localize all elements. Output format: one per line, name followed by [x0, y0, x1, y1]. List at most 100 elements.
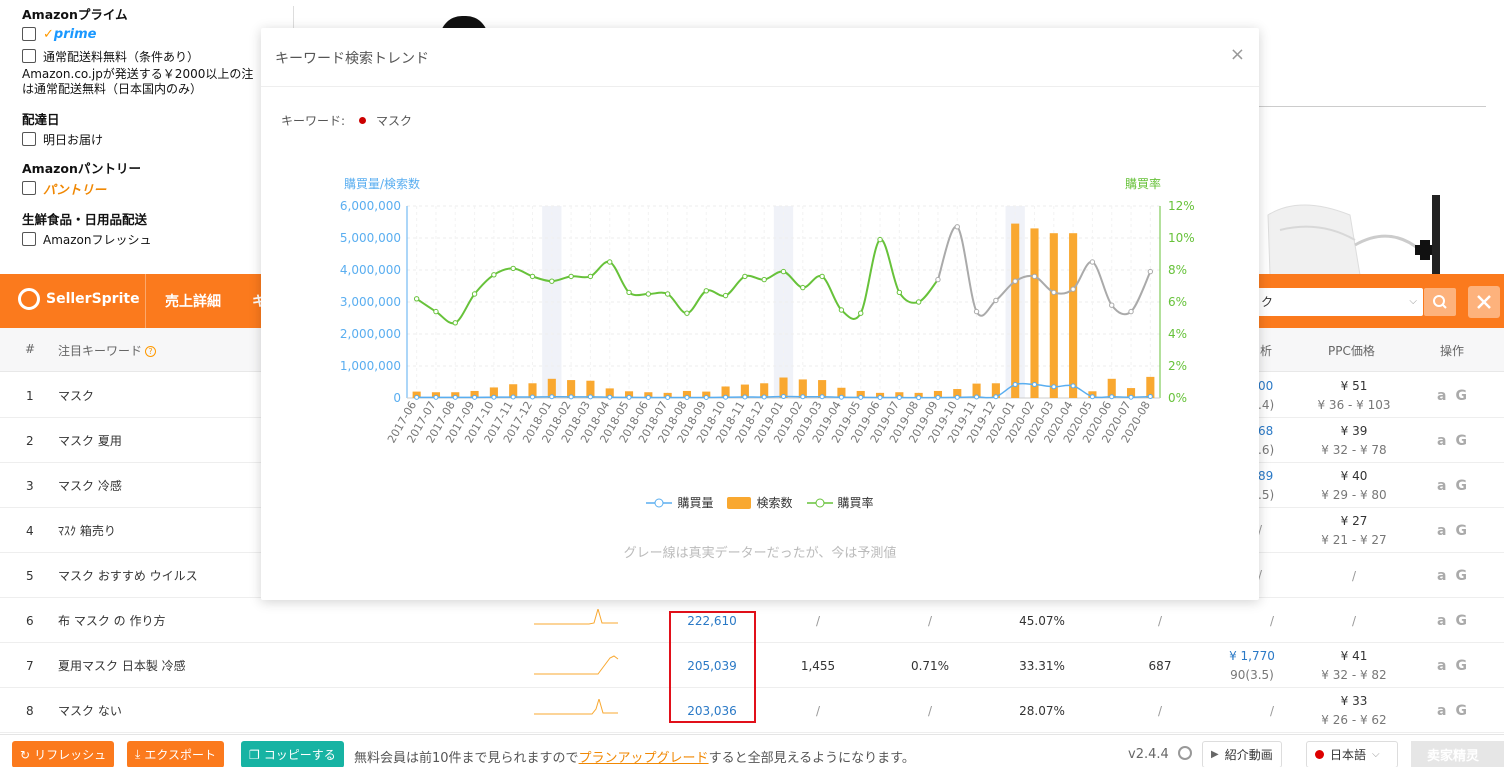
purchase-rate-point[interactable]: [413, 296, 420, 302]
purchase-volume-point[interactable]: [800, 394, 806, 400]
purchase-rate-point[interactable]: [935, 276, 941, 283]
free-shipping-checkbox[interactable]: [22, 49, 36, 63]
amazon-icon[interactable]: a: [1437, 703, 1446, 719]
purchase-volume-point[interactable]: [1070, 383, 1076, 389]
search-count-bar[interactable]: [1049, 233, 1058, 398]
purchase-rate-point[interactable]: [800, 284, 806, 291]
keyword-text[interactable]: マスク おすすめ ウイルス: [58, 553, 198, 598]
purchase-volume-point[interactable]: [491, 394, 497, 400]
purchase-rate-point[interactable]: [645, 291, 652, 297]
intro-video-button[interactable]: ▶ 紹介動画: [1202, 741, 1282, 767]
seller-sprite-button[interactable]: 卖家精灵: [1411, 741, 1504, 767]
export-button[interactable]: ⤓ エクスポート: [127, 741, 224, 767]
google-icon[interactable]: G: [1455, 568, 1467, 584]
purchase-rate-point[interactable]: [915, 299, 922, 305]
close-panel-button[interactable]: [1468, 286, 1500, 318]
purchase-rate-point[interactable]: [529, 273, 536, 280]
purchase-volume-point[interactable]: [781, 394, 786, 400]
col-analysis[interactable]: 析: [1260, 342, 1272, 359]
purchase-rate-point[interactable]: [1031, 273, 1038, 280]
keyword-text[interactable]: マスク: [58, 373, 94, 418]
purchase-rate-point[interactable]: [491, 272, 497, 278]
purchase-volume-point[interactable]: [935, 395, 941, 401]
amazon-icon[interactable]: a: [1437, 388, 1446, 404]
google-icon[interactable]: G: [1455, 478, 1467, 494]
purchase-volume-point[interactable]: [742, 394, 748, 400]
purchase-volume-point[interactable]: [414, 394, 420, 400]
prime-filter-option[interactable]: ✓prime: [22, 23, 296, 45]
purchase-volume-point[interactable]: [452, 394, 458, 400]
amazon-icon[interactable]: a: [1437, 433, 1446, 449]
purchase-volume-point[interactable]: [645, 395, 651, 401]
legend-item-search[interactable]: 検索数: [727, 494, 793, 511]
pantry-checkbox[interactable]: [22, 181, 36, 195]
purchase-rate-point[interactable]: [838, 307, 845, 313]
purchase-rate-point[interactable]: [510, 265, 516, 272]
tab-sales-detail[interactable]: 売上詳細: [165, 291, 221, 311]
purchase-volume-point[interactable]: [665, 395, 671, 401]
search-count-bar[interactable]: [1011, 223, 1020, 398]
purchase-volume-point[interactable]: [1012, 382, 1018, 388]
trend-sparkline[interactable]: [534, 643, 624, 688]
purchase-volume-point[interactable]: [916, 395, 922, 401]
search-count-bar[interactable]: [1069, 233, 1078, 398]
pantry-filter-option[interactable]: パントリー: [22, 177, 296, 199]
purchase-rate-point[interactable]: [1089, 259, 1096, 265]
purchase-rate-point[interactable]: [1012, 278, 1018, 284]
purchase-rate-point[interactable]: [433, 308, 439, 315]
purchase-rate-point[interactable]: [549, 278, 555, 284]
purchase-volume-point[interactable]: [1051, 384, 1057, 390]
keyword-text[interactable]: マスク ない: [58, 688, 122, 733]
analysis-value[interactable]: 00.4): [1258, 373, 1298, 418]
sellersprite-logo[interactable]: SellerSprite: [18, 288, 140, 310]
search-button[interactable]: [1424, 288, 1456, 316]
purchase-rate-point[interactable]: [664, 291, 671, 297]
keyword-text[interactable]: 夏用マスク 日本製 冷感: [58, 643, 186, 688]
purchase-volume-point[interactable]: [472, 394, 478, 400]
purchase-volume-point[interactable]: [1089, 394, 1095, 400]
google-icon[interactable]: G: [1455, 388, 1467, 404]
purchase-rate-point[interactable]: [896, 289, 903, 296]
trend-sparkline[interactable]: [534, 598, 624, 643]
amazon-icon[interactable]: a: [1437, 478, 1446, 494]
amazon-icon[interactable]: a: [1437, 613, 1446, 629]
purchase-rate-point[interactable]: [973, 308, 980, 315]
purchase-rate-point[interactable]: [626, 289, 632, 296]
purchase-volume-point[interactable]: [819, 394, 825, 400]
mask-product-image[interactable]: [1260, 195, 1440, 275]
refresh-button[interactable]: ↻ リフレッシュ: [12, 741, 115, 767]
purchase-rate-point[interactable]: [819, 273, 825, 280]
purchase-volume-point[interactable]: [530, 394, 535, 400]
help-icon[interactable]: ?: [145, 346, 157, 357]
purchase-rate-point[interactable]: [587, 273, 594, 280]
purchase-volume-point[interactable]: [1128, 394, 1134, 400]
purchase-volume-point[interactable]: [838, 394, 844, 400]
purchase-rate-point[interactable]: [703, 288, 709, 294]
close-icon[interactable]: ×: [1230, 46, 1245, 64]
tomorrow-checkbox[interactable]: [22, 132, 36, 146]
amazon-icon[interactable]: a: [1437, 523, 1446, 539]
trend-sparkline[interactable]: [534, 688, 624, 733]
purchase-volume-point[interactable]: [510, 394, 516, 400]
purchase-volume-point[interactable]: [993, 394, 999, 400]
google-icon[interactable]: G: [1455, 613, 1467, 629]
fresh-filter-option[interactable]: Amazonフレッシュ: [22, 228, 296, 250]
purchase-rate-point[interactable]: [993, 297, 999, 304]
tomorrow-delivery-option[interactable]: 明日お届け: [22, 128, 296, 150]
keyword-text[interactable]: マスク 冷感: [58, 463, 122, 508]
purchase-volume-point[interactable]: [896, 395, 902, 401]
purchase-rate-point[interactable]: [1109, 302, 1115, 308]
purchase-volume-point[interactable]: [568, 394, 574, 400]
search-count-bar[interactable]: [1030, 228, 1039, 398]
analysis-value[interactable]: 68.6): [1258, 418, 1298, 463]
purchase-volume-point[interactable]: [549, 394, 555, 400]
google-icon[interactable]: G: [1455, 703, 1467, 719]
amazon-icon[interactable]: a: [1437, 568, 1446, 584]
amazon-icon[interactable]: a: [1437, 658, 1446, 674]
analysis-value[interactable]: 89.5): [1258, 463, 1298, 508]
purchase-rate-point[interactable]: [1147, 268, 1154, 275]
keyword-text[interactable]: マスク 夏用: [58, 418, 122, 463]
purchase-rate-point[interactable]: [471, 291, 478, 297]
purchase-rate-point[interactable]: [684, 310, 690, 316]
google-icon[interactable]: G: [1455, 658, 1467, 674]
